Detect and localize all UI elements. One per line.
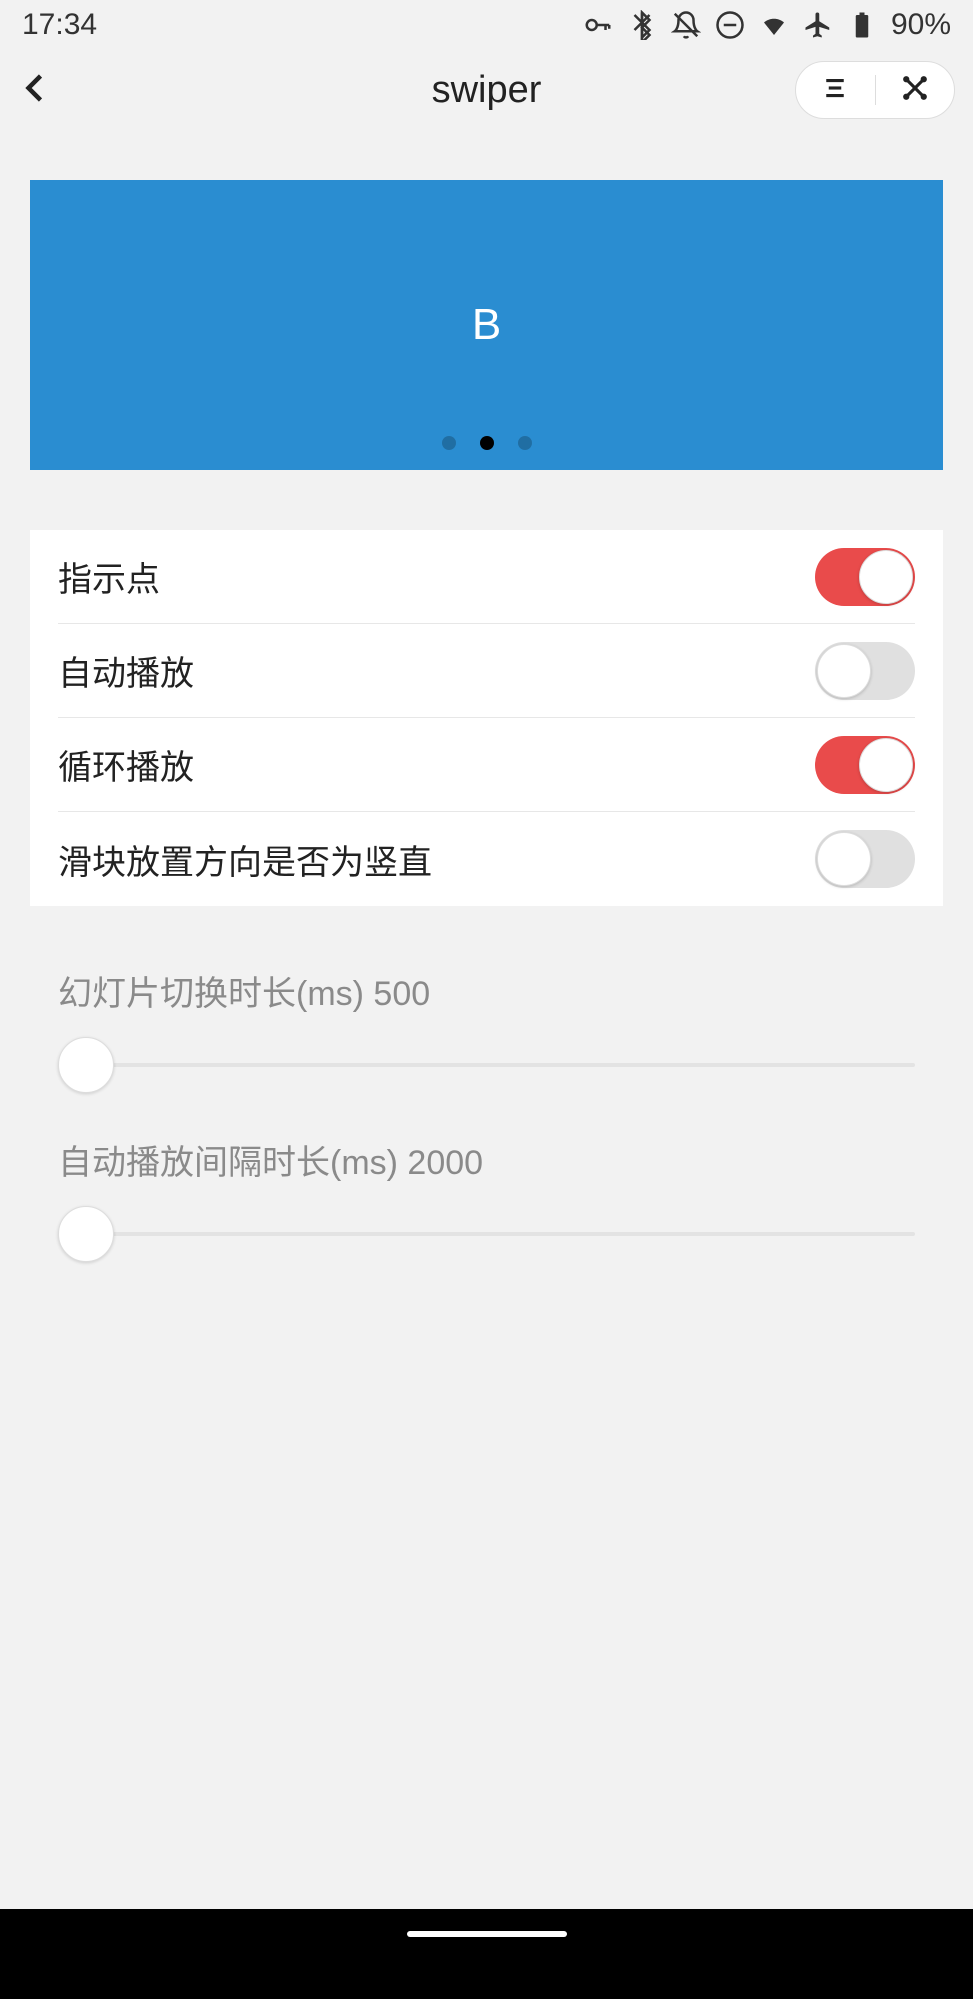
switch-knob (817, 832, 871, 886)
toggle-switch-autoplay[interactable] (815, 642, 915, 700)
wifi-icon (759, 10, 789, 40)
status-time: 17:34 (22, 8, 97, 42)
toggle-list: 指示点 自动播放 循环播放 滑块放置方向是否为竖直 (30, 530, 943, 906)
battery-percent: 90% (891, 8, 951, 42)
back-button[interactable] (18, 70, 54, 111)
slider-thumb[interactable] (58, 1037, 114, 1093)
toggle-label: 指示点 (58, 552, 160, 601)
swiper-slide-content: B (472, 300, 501, 350)
slider-interval[interactable] (58, 1204, 915, 1264)
slider-block-interval: 自动播放间隔时长(ms) 2000 (58, 1135, 915, 1264)
slider-label-value: 500 (373, 975, 430, 1013)
slider-section: 幻灯片切换时长(ms) 500 自动播放间隔时长(ms) 2000 (30, 966, 943, 1264)
slider-label: 幻灯片切换时长(ms) 500 (58, 966, 915, 1015)
airplane-icon (803, 10, 833, 40)
toggle-row-indicator: 指示点 (58, 530, 915, 624)
switch-knob (859, 550, 913, 604)
toggle-label: 滑块放置方向是否为竖直 (58, 835, 432, 884)
capsule-menu-button[interactable] (820, 73, 850, 108)
capsule (795, 61, 955, 119)
menu-icon (820, 73, 850, 103)
slider-label-prefix: 自动播放间隔时长(ms) (58, 1144, 398, 1182)
slider-label: 自动播放间隔时长(ms) 2000 (58, 1135, 915, 1184)
slider-track-line (58, 1063, 915, 1067)
toggle-row-autoplay: 自动播放 (58, 624, 915, 718)
switch-knob (859, 738, 913, 792)
close-icon (900, 73, 930, 103)
home-indicator[interactable] (407, 1931, 567, 1937)
swiper-dot-active (480, 436, 494, 450)
switch-knob (817, 644, 871, 698)
do-not-disturb-icon (715, 10, 745, 40)
swiper-dot (518, 436, 532, 450)
toggle-row-vertical: 滑块放置方向是否为竖直 (58, 812, 915, 906)
toggle-label: 自动播放 (58, 646, 194, 695)
slider-track-line (58, 1232, 915, 1236)
swiper-dot (442, 436, 456, 450)
status-bar: 17:34 90% (0, 0, 973, 50)
status-icons: 90% (583, 8, 951, 42)
slider-thumb[interactable] (58, 1206, 114, 1262)
slider-label-prefix: 幻灯片切换时长(ms) (58, 975, 364, 1013)
swiper-viewport[interactable]: B (30, 180, 943, 470)
slider-label-value: 2000 (407, 1144, 483, 1182)
toggle-switch-vertical[interactable] (815, 830, 915, 888)
battery-icon (847, 10, 877, 40)
nav-bar: swiper (0, 50, 973, 130)
slider-duration[interactable] (58, 1035, 915, 1095)
toggle-label: 循环播放 (58, 740, 194, 789)
bell-off-icon (671, 10, 701, 40)
system-nav-bar (0, 1909, 973, 1999)
swiper-dots (30, 436, 943, 450)
chevron-left-icon (18, 70, 54, 106)
bluetooth-icon (627, 10, 657, 40)
toggle-switch-indicator[interactable] (815, 548, 915, 606)
vpn-key-icon (583, 10, 613, 40)
toggle-row-loop: 循环播放 (58, 718, 915, 812)
capsule-divider (875, 75, 876, 105)
capsule-close-button[interactable] (900, 73, 930, 108)
slider-block-duration: 幻灯片切换时长(ms) 500 (58, 966, 915, 1095)
toggle-switch-loop[interactable] (815, 736, 915, 794)
